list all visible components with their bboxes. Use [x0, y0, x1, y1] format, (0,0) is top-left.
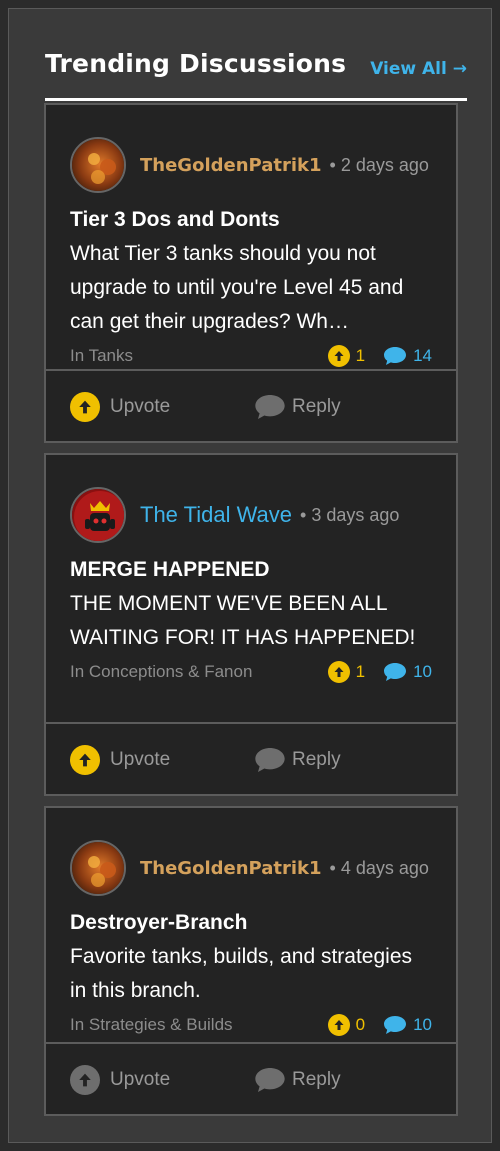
author-row: TheGoldenPatrik1 • 2 days ago — [70, 137, 432, 193]
author-row: TheGoldenPatrik1 • 4 days ago — [70, 840, 432, 896]
reply-count: 14 — [413, 346, 432, 365]
reply-count: 10 — [413, 1015, 432, 1034]
upvote-count: 1 — [355, 346, 366, 365]
reply-button[interactable]: Reply — [254, 371, 341, 443]
discussion-title[interactable]: MERGE HAPPENED — [70, 555, 432, 585]
reply-icon — [255, 748, 285, 772]
discussion-card[interactable]: TheGoldenPatrik1 • 2 days ago Tier 3 Dos… — [44, 103, 458, 443]
reply-count: 10 — [413, 662, 432, 681]
comment-icon — [384, 1016, 407, 1034]
upvote-icon — [327, 345, 350, 367]
reply-label: Reply — [292, 396, 341, 417]
reply-button[interactable]: Reply — [254, 724, 341, 796]
upvote-icon — [70, 392, 100, 422]
reply-label: Reply — [292, 1069, 341, 1090]
author-row: The Tidal Wave • 3 days ago — [70, 487, 432, 543]
comment-icon — [384, 347, 407, 365]
discussion-excerpt: What Tier 3 tanks should you not upgrade… — [70, 242, 404, 333]
avatar[interactable] — [70, 840, 126, 896]
card-actions: Upvote Reply — [46, 1042, 456, 1114]
meta-row: In Tanks 1 14 — [70, 339, 432, 373]
reply-icon — [255, 1068, 285, 1092]
post-time: • 3 days ago — [300, 504, 400, 525]
upvote-icon — [70, 745, 100, 775]
category-label[interactable]: In Strategies & Builds — [70, 1015, 233, 1035]
stats: 0 10 — [327, 1014, 432, 1036]
card-actions: Upvote Reply — [46, 722, 456, 794]
module-title: Trending Discussions — [45, 49, 347, 78]
stats: 1 10 — [327, 661, 432, 683]
avatar[interactable] — [70, 487, 126, 543]
reply-icon — [255, 395, 285, 419]
meta-row: In Conceptions & Fanon 1 10 — [70, 655, 432, 689]
module-header: Trending Discussions View All → — [45, 41, 467, 101]
stats: 1 14 — [327, 345, 432, 367]
discussion-excerpt: THE MOMENT WE'VE BEEN ALL WAITING FOR! I… — [70, 592, 416, 649]
author-name[interactable]: The Tidal Wave — [140, 502, 292, 528]
avatar[interactable] — [70, 137, 126, 193]
upvote-icon — [327, 661, 350, 683]
discussion-card[interactable]: The Tidal Wave • 3 days ago MERGE HAPPEN… — [44, 453, 458, 796]
upvote-label: Upvote — [110, 1069, 171, 1090]
reply-button[interactable]: Reply — [254, 1044, 341, 1116]
upvote-icon — [327, 1014, 350, 1036]
upvote-button[interactable]: Upvote — [70, 371, 170, 443]
category-label[interactable]: In Tanks — [70, 346, 133, 366]
author-name[interactable]: TheGoldenPatrik1 — [140, 155, 322, 176]
discussion-excerpt: Favorite tanks, builds, and strategies i… — [70, 945, 413, 1002]
comment-icon — [384, 663, 407, 681]
category-label[interactable]: In Conceptions & Fanon — [70, 662, 252, 682]
discussion-title[interactable]: Tier 3 Dos and Donts — [70, 205, 432, 235]
discussion-card[interactable]: TheGoldenPatrik1 • 4 days ago Destroyer-… — [44, 806, 458, 1116]
meta-row: In Strategies & Builds 0 10 — [70, 1008, 432, 1042]
upvote-icon — [70, 1065, 100, 1095]
upvote-count: 0 — [355, 1015, 366, 1034]
upvote-label: Upvote — [110, 749, 171, 770]
upvote-count: 1 — [355, 662, 366, 681]
post-time: • 2 days ago — [329, 154, 429, 175]
author-name[interactable]: TheGoldenPatrik1 — [140, 858, 322, 879]
discussion-title[interactable]: Destroyer-Branch — [70, 908, 432, 938]
upvote-label: Upvote — [110, 396, 171, 417]
card-actions: Upvote Reply — [46, 369, 456, 441]
view-all-link[interactable]: View All → — [370, 59, 467, 79]
post-time: • 4 days ago — [329, 857, 429, 878]
upvote-button[interactable]: Upvote — [70, 724, 170, 796]
reply-label: Reply — [292, 749, 341, 770]
upvote-button[interactable]: Upvote — [70, 1044, 170, 1116]
